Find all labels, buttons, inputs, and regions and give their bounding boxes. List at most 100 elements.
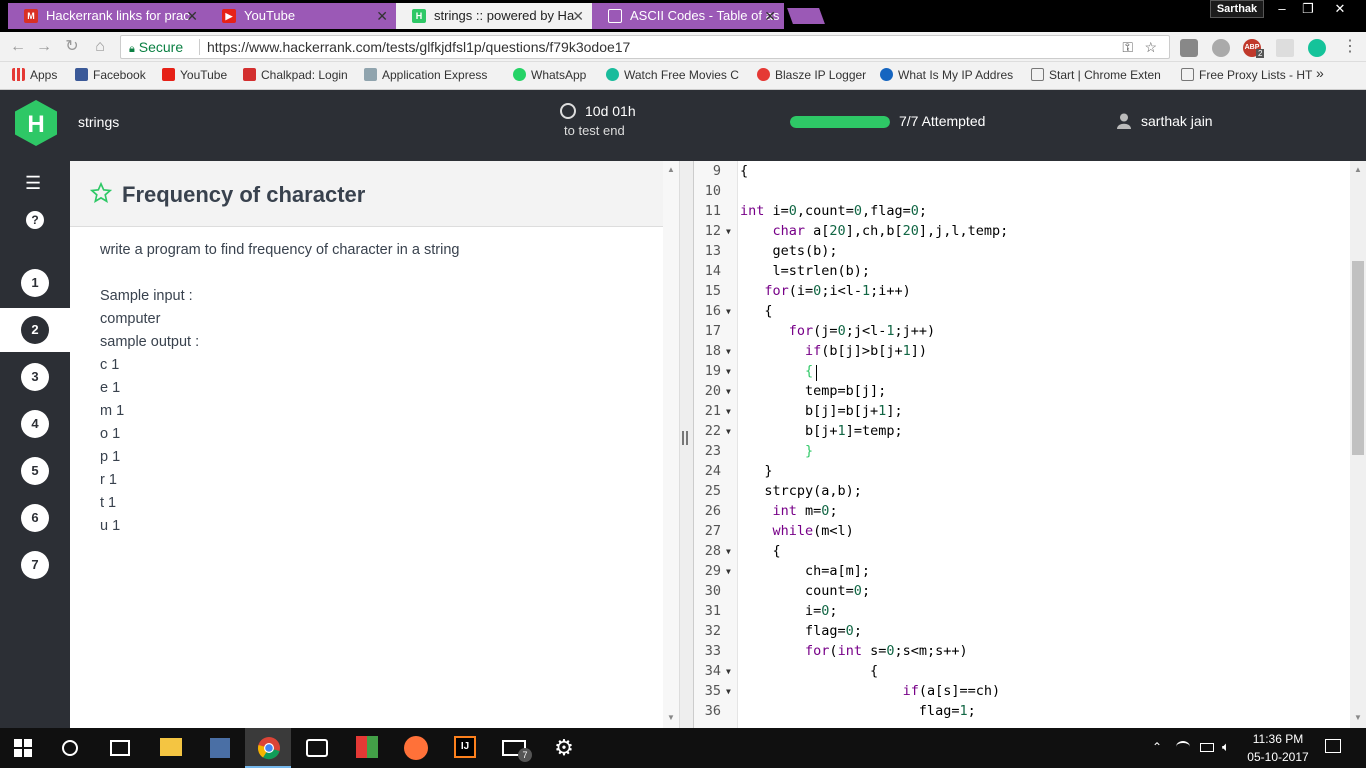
code-line[interactable]: { — [740, 363, 813, 379]
extension-grid-icon[interactable] — [1276, 39, 1294, 57]
fold-arrow-icon[interactable]: ▼ — [726, 307, 731, 316]
code-line[interactable]: count=0; — [740, 583, 870, 599]
code-line[interactable]: flag=0; — [740, 623, 862, 639]
windows-start-icon[interactable] — [14, 739, 32, 757]
wifi-icon[interactable] — [1176, 741, 1190, 753]
intellij-icon[interactable]: IJ — [454, 736, 476, 758]
back-icon[interactable]: ← — [8, 37, 28, 57]
close-icon[interactable]: ✕ — [572, 3, 584, 29]
question-2-button[interactable]: 2 — [21, 316, 49, 344]
code-line[interactable]: ch=a[m]; — [740, 563, 870, 579]
fold-arrow-icon[interactable]: ▼ — [726, 427, 731, 436]
bookmark-apps[interactable]: Apps — [12, 68, 57, 82]
code-line[interactable]: flag=1; — [740, 703, 976, 719]
extension-icon[interactable] — [1180, 39, 1198, 57]
bookmark-whatsapp[interactable]: WhatsApp — [513, 68, 586, 82]
bookmark-start-chrome-ext[interactable]: Start | Chrome Exten — [1031, 68, 1161, 82]
fold-arrow-icon[interactable]: ▼ — [726, 367, 731, 376]
code-line[interactable]: gets(b); — [740, 243, 838, 259]
grammarly-icon[interactable] — [1308, 39, 1326, 57]
scroll-down-icon[interactable]: ▼ — [667, 713, 675, 722]
close-window-button[interactable]: ✕ — [1326, 0, 1354, 18]
code-line[interactable]: char a[20],ch,b[20],j,l,temp; — [740, 223, 1009, 239]
code-line[interactable]: { — [740, 543, 781, 559]
restore-button[interactable]: ❐ — [1294, 0, 1322, 18]
question-list-icon[interactable]: ☰ — [25, 173, 41, 194]
question-3-button[interactable]: 3 — [21, 363, 49, 391]
problem-scrollbar[interactable]: ▲ ▼ — [663, 161, 679, 728]
help-icon[interactable]: ? — [26, 211, 44, 229]
key-icon[interactable]: ⚿ — [1122, 36, 1133, 58]
question-6-button[interactable]: 6 — [21, 504, 49, 532]
question-1-button[interactable]: 1 — [21, 269, 49, 297]
hackerrank-logo[interactable]: H — [15, 100, 57, 146]
code-line[interactable]: if(a[s]==ch) — [740, 683, 1001, 699]
username[interactable]: sarthak jain — [1141, 113, 1213, 129]
fold-arrow-icon[interactable]: ▼ — [726, 667, 731, 676]
action-center-icon[interactable] — [1325, 739, 1341, 753]
fold-arrow-icon[interactable]: ▼ — [726, 387, 731, 396]
menu-dots-icon[interactable]: ⋮ — [1340, 37, 1360, 57]
clock-time[interactable]: 11:36 PM — [1245, 732, 1311, 746]
bookmarks-overflow-button[interactable]: » — [1316, 65, 1324, 81]
bookmark-youtube[interactable]: YouTube — [162, 68, 227, 82]
code-line[interactable]: b[j]=b[j+1]; — [740, 403, 903, 419]
settings-gear-icon[interactable]: ⚙ — [552, 736, 576, 760]
code-line[interactable]: } — [740, 443, 813, 459]
minimize-button[interactable]: – — [1268, 0, 1296, 18]
code-line[interactable]: int m=0; — [740, 503, 838, 519]
fold-arrow-icon[interactable]: ▼ — [726, 407, 731, 416]
code-line[interactable]: { — [740, 163, 748, 179]
close-icon[interactable]: ✕ — [376, 3, 388, 29]
code-line[interactable]: { — [740, 303, 772, 319]
bookmark-watch-free-movies[interactable]: Watch Free Movies C — [606, 68, 739, 82]
bookmark-star-icon[interactable] — [90, 182, 112, 204]
file-explorer-icon[interactable] — [160, 738, 182, 756]
tab-ascii-codes[interactable]: ASCII Codes - Table of as ✕ — [592, 3, 784, 29]
question-5-button[interactable]: 5 — [21, 457, 49, 485]
bookmark-chalkpad[interactable]: Chalkpad: Login — [243, 68, 348, 82]
task-view-icon[interactable] — [110, 740, 130, 756]
address-bar[interactable]: 🔒︎ Secure https://www.hackerrank.com/tes… — [120, 35, 1170, 59]
fold-arrow-icon[interactable]: ▼ — [726, 687, 731, 696]
question-4-button[interactable]: 4 — [21, 410, 49, 438]
fold-arrow-icon[interactable]: ▼ — [726, 547, 731, 556]
scroll-down-icon[interactable]: ▼ — [1354, 713, 1362, 722]
bookmark-blasze-ip-logger[interactable]: Blasze IP Logger — [757, 68, 866, 82]
pane-resize-handle[interactable] — [679, 161, 693, 728]
chrome-icon[interactable] — [257, 736, 281, 760]
battery-icon[interactable] — [1200, 743, 1214, 752]
code-line[interactable]: if(b[j]>b[j+1]) — [740, 343, 927, 359]
code-line[interactable]: for(int s=0;s<m;s++) — [740, 643, 968, 659]
bookmark-free-proxy-lists[interactable]: Free Proxy Lists - HT — [1181, 68, 1312, 82]
fold-arrow-icon[interactable]: ▼ — [726, 227, 731, 236]
bookmark-what-is-my-ip[interactable]: What Is My IP Addres — [880, 68, 1013, 82]
code-line[interactable]: } — [740, 463, 772, 479]
scroll-up-icon[interactable]: ▲ — [1354, 165, 1362, 174]
extension-cloud-icon[interactable] — [1212, 39, 1230, 57]
clock-date[interactable]: 05-10-2017 — [1245, 750, 1311, 764]
camera-icon[interactable] — [306, 739, 328, 757]
code-line[interactable]: l=strlen(b); — [740, 263, 871, 279]
code-line[interactable]: i=0; — [740, 603, 838, 619]
code-editor[interactable]: 9 10 11 12 ▼ 13 14 15 16 ▼ 17 18 ▼ 19 ▼ 20 ▼ 21 ▼ 22 ▼ 23 24 25… — [693, 161, 1350, 728]
tray-overflow-chevron-icon[interactable]: ⌃ — [1152, 740, 1162, 754]
code-line[interactable]: for(i=0;i<l-1;i++) — [740, 283, 910, 299]
code-line[interactable]: b[j+1]=temp; — [740, 423, 903, 439]
bookmark-application-express[interactable]: Application Express — [364, 68, 487, 82]
profile-button[interactable]: Sarthak — [1210, 0, 1264, 18]
tab-strings-active[interactable]: H strings :: powered by Ha ✕ — [396, 3, 592, 29]
fold-arrow-icon[interactable]: ▼ — [726, 567, 731, 576]
code-line[interactable]: while(m<l) — [740, 523, 854, 539]
code-line[interactable]: { — [740, 663, 878, 679]
forward-icon[interactable]: → — [34, 37, 54, 57]
tab-hackerrank-links[interactable]: M Hackerrank links for prac ✕ — [8, 3, 206, 29]
app-icon[interactable] — [210, 738, 230, 758]
url-text[interactable]: https://www.hackerrank.com/tests/glfkjdf… — [207, 36, 630, 58]
code-line[interactable]: for(j=0;j<l-1;j++) — [740, 323, 935, 339]
reload-icon[interactable]: ↻ — [62, 37, 82, 57]
home-icon[interactable]: ⌂ — [90, 37, 110, 57]
volume-icon[interactable]: 🔈︎ — [1222, 739, 1230, 755]
code-line[interactable]: int i=0,count=0,flag=0; — [740, 203, 927, 219]
app-icon[interactable] — [356, 736, 378, 758]
